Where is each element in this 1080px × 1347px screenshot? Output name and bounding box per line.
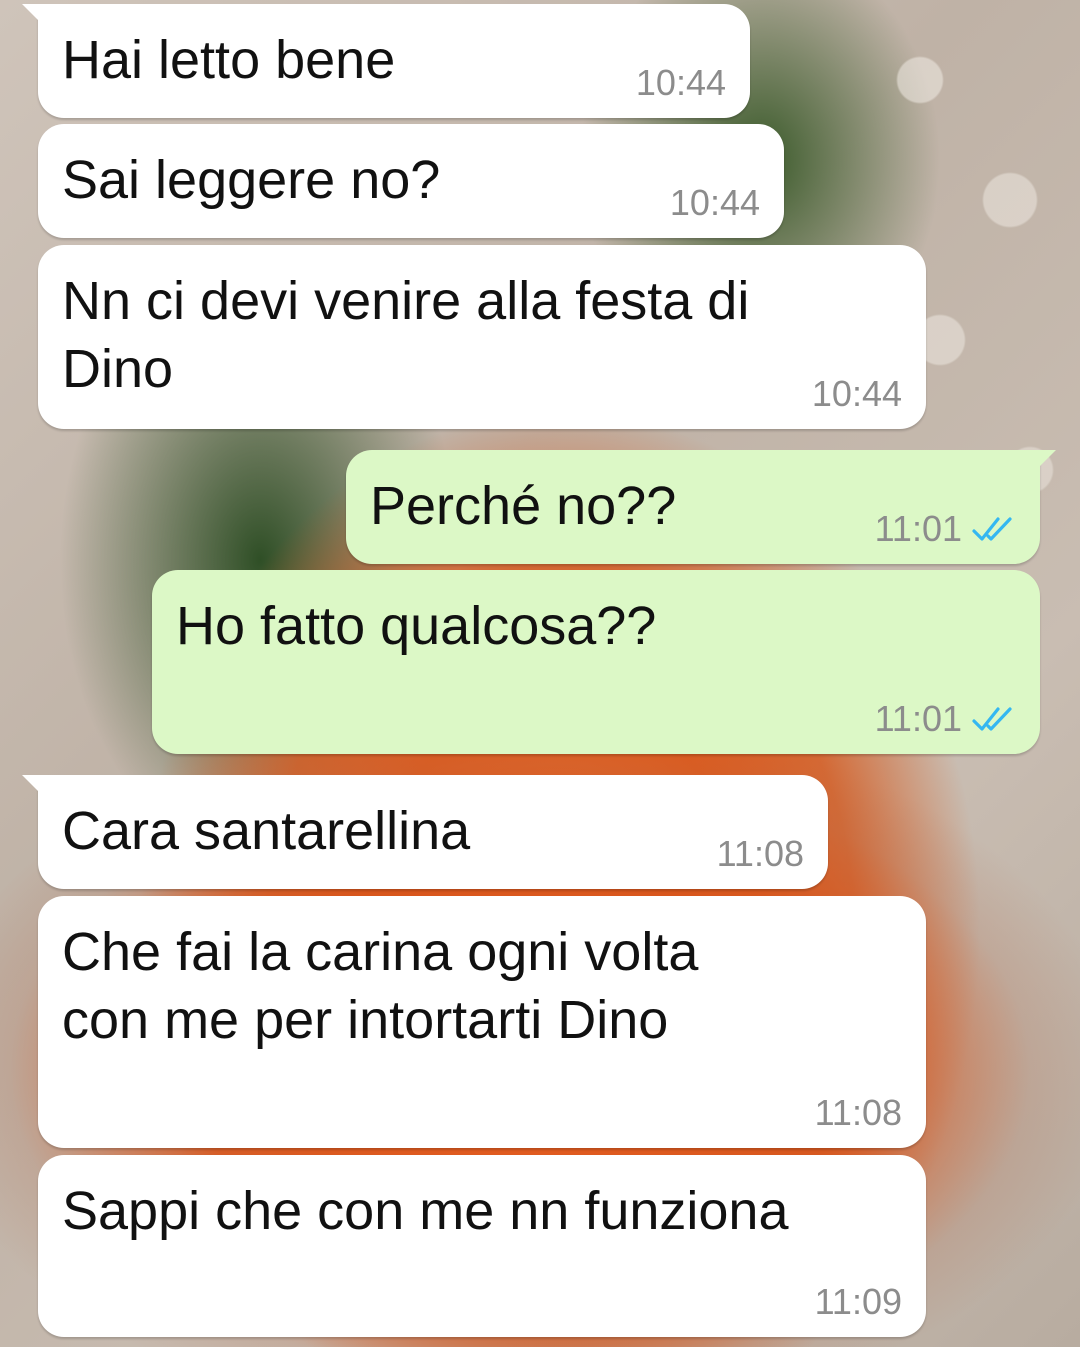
message-meta: 10:44 <box>636 62 726 104</box>
incoming-message[interactable]: Sai leggere no? 10:44 <box>38 124 784 238</box>
double-check-icon <box>972 707 1012 731</box>
bubble-tail <box>22 775 48 801</box>
message-time: 11:08 <box>716 833 804 874</box>
bubble-tail <box>22 4 48 30</box>
message-meta: 11:01 <box>875 698 1016 740</box>
message-text: Nn ci devi venire alla festa di Dino <box>62 271 750 399</box>
message-time: 11:09 <box>814 1281 902 1322</box>
message-time: 10:44 <box>635 62 726 103</box>
incoming-message[interactable]: Nn ci devi venire alla festa di Dino 10:… <box>38 245 926 429</box>
double-check-icon <box>972 517 1012 541</box>
message-text: Che fai la carina ogni volta con me per … <box>62 922 699 1050</box>
incoming-message[interactable]: Cara santarellina 11:08 <box>22 775 828 889</box>
message-text: Cara santarellina <box>62 801 471 861</box>
incoming-message[interactable]: Che fai la carina ogni volta con me per … <box>38 896 926 1148</box>
incoming-message[interactable]: Hai letto bene 10:44 <box>22 4 750 118</box>
message-text: Ho fatto qualcosa?? <box>176 596 657 656</box>
message-text: Hai letto bene <box>62 30 396 90</box>
bubble-tail <box>1030 450 1056 476</box>
message-meta: 11:08 <box>815 1092 902 1134</box>
message-list: Hai letto bene 10:44 Sai leggere no? 10:… <box>0 0 1080 1347</box>
message-time: 11:01 <box>874 698 962 739</box>
message-time: 10:44 <box>811 373 902 414</box>
message-time: 10:44 <box>669 182 760 223</box>
outgoing-message[interactable]: Ho fatto qualcosa?? 11:01 <box>152 570 1040 754</box>
message-text: Sappi che con me nn funziona <box>62 1181 789 1241</box>
message-meta: 11:01 <box>875 508 1016 550</box>
message-meta: 11:09 <box>815 1281 902 1323</box>
message-meta: 10:44 <box>812 373 902 415</box>
outgoing-message[interactable]: Perché no?? 11:01 <box>346 450 1056 564</box>
message-text: Sai leggere no? <box>62 150 441 210</box>
message-time: 11:01 <box>874 508 962 549</box>
message-meta: 10:44 <box>670 182 760 224</box>
message-time: 11:08 <box>814 1092 902 1133</box>
incoming-message[interactable]: Sappi che con me nn funziona 11:09 <box>38 1155 926 1337</box>
message-meta: 11:08 <box>717 833 804 875</box>
